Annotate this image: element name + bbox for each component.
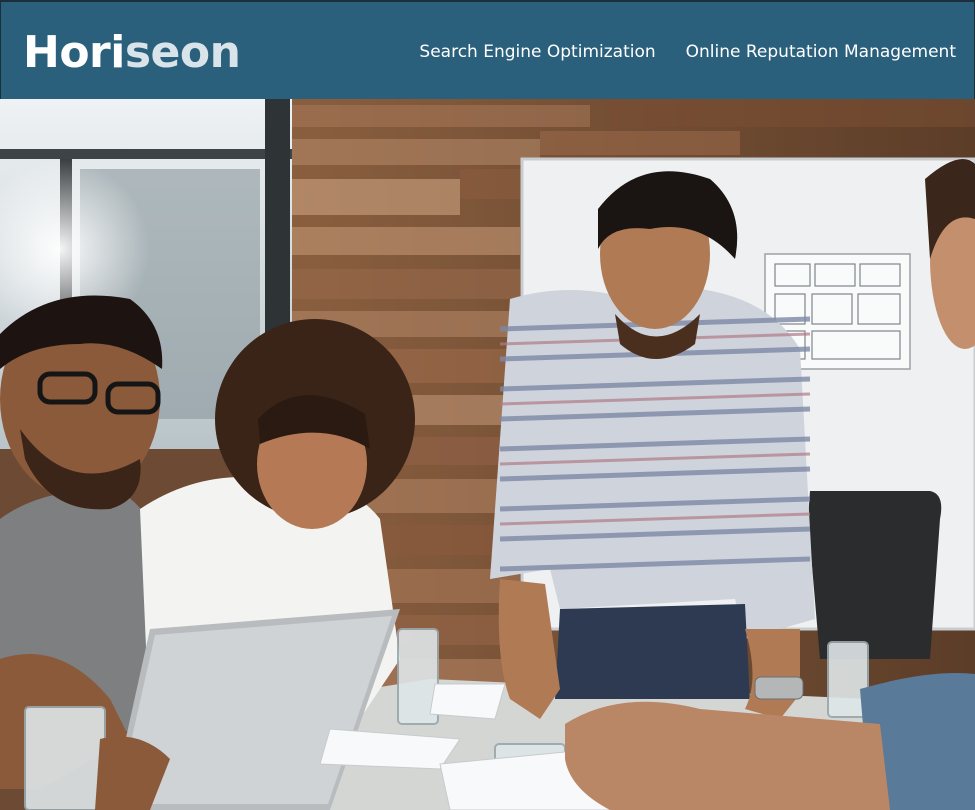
nav-link-reputation[interactable]: Online Reputation Management: [686, 40, 956, 64]
hero-image: [0, 99, 975, 810]
site-logo[interactable]: Horiseon: [23, 27, 241, 78]
nav-link-seo[interactable]: Search Engine Optimization: [419, 40, 655, 64]
logo-part-hori: Hori: [23, 27, 125, 78]
site-header: Horiseon Search Engine Optimization Onli…: [0, 0, 975, 99]
hero-photo: [0, 99, 975, 810]
office-chair: [808, 491, 942, 659]
logo-part-seon: seon: [124, 27, 241, 78]
main-nav: Search Engine Optimization Online Reputa…: [419, 40, 956, 64]
